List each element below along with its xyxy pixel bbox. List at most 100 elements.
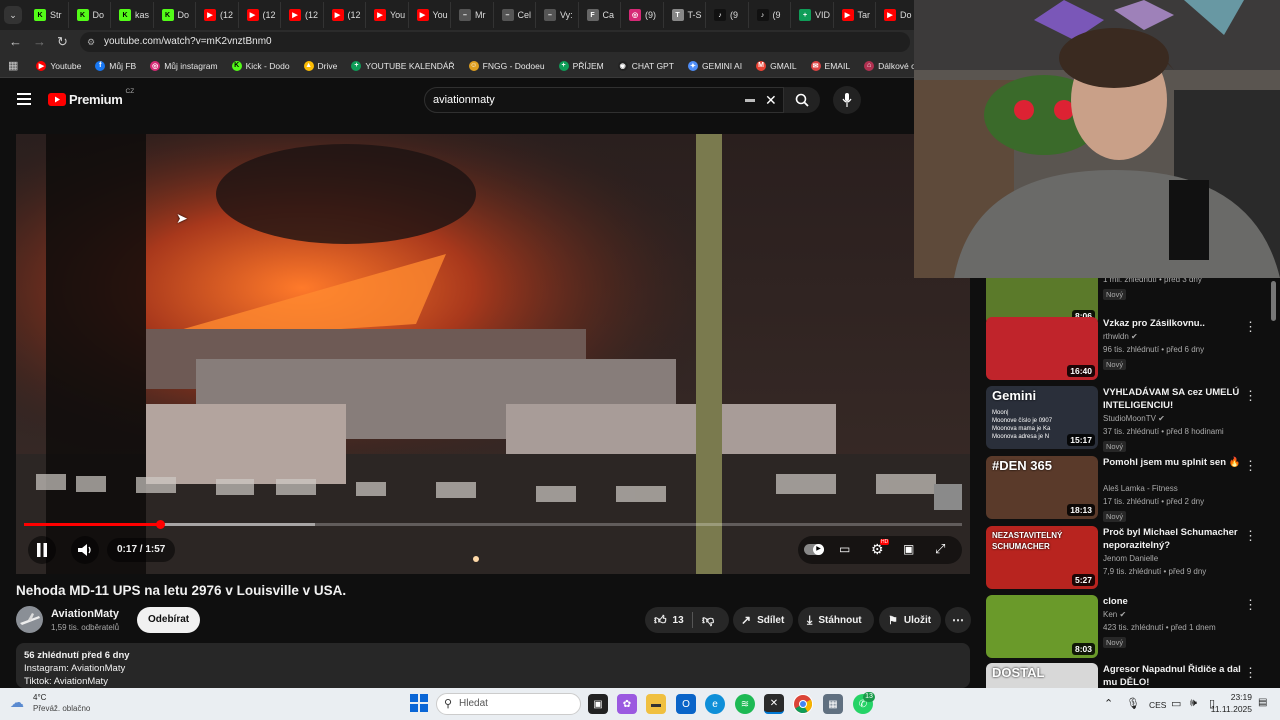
notifications-icon[interactable]: ▤ [1258, 697, 1267, 708]
browser-tab[interactable]: ▶ You [366, 2, 409, 28]
more-vertical-icon[interactable]: ⋮ [1244, 458, 1257, 474]
video-title[interactable]: VYHĽADÁVAM SA cez UMELÚ INTELIGENCIU! [1103, 386, 1253, 412]
clock-date[interactable]: 11.11.2025 [1206, 704, 1252, 714]
microphone-tray-icon[interactable]: 🎙︎ [1126, 697, 1140, 710]
bookmark-item[interactable]: f Můj FB [95, 60, 136, 71]
like-icon[interactable]: 👍︎ [654, 613, 667, 628]
bookmark-item[interactable]: ◉ CHAT GPT [617, 60, 674, 71]
fullscreen-icon[interactable]: ⤢ [935, 541, 945, 557]
miniplayer-icon[interactable]: ▣ [903, 542, 914, 556]
browser-tab[interactable]: – Cel [494, 2, 536, 28]
recommended-video[interactable]: DOSTAL Agresor Napadnul Řidiče a dal mu D… [986, 663, 1276, 688]
bookmark-item[interactable]: ☺ FNGG - Dodoeu [468, 60, 545, 71]
more-vertical-icon[interactable]: ⋮ [1244, 388, 1257, 404]
video-title[interactable]: clone [1103, 595, 1253, 608]
channel-name[interactable]: AviationMaty [51, 608, 119, 620]
tab-search-menu-icon[interactable]: ⌄ [4, 6, 22, 24]
back-icon[interactable]: ← [9, 34, 22, 49]
channel-avatar[interactable] [16, 606, 43, 633]
save-button[interactable]: ⚑ Uložit [879, 607, 941, 633]
browser-tab[interactable]: ▶ (12 [281, 2, 324, 28]
dislike-icon[interactable]: 👎︎ [702, 613, 714, 628]
channel-name[interactable]: Ken ✔ [1103, 610, 1126, 619]
pause-button[interactable] [28, 536, 56, 564]
clock-time[interactable]: 23:19 [1228, 692, 1252, 702]
bookmark-item[interactable]: ▲ Drive [303, 60, 337, 71]
subtitles-icon[interactable]: ▭ [839, 542, 850, 556]
browser-tab[interactable]: F Ca [579, 2, 621, 28]
browser-tab[interactable]: – Vy: [536, 2, 579, 28]
more-vertical-icon[interactable]: ⋮ [1244, 319, 1257, 335]
browser-tab[interactable]: ♪ (9 [706, 2, 749, 28]
browser-tab[interactable]: Kkas [111, 2, 154, 28]
channel-name[interactable]: Aleš Lamka - Fitness [1103, 484, 1178, 493]
sidebar-scrollbar[interactable] [1271, 281, 1276, 321]
spotify-icon[interactable]: ≋ [735, 694, 755, 714]
more-actions-button[interactable]: ⋯ [945, 607, 971, 633]
bookmark-item[interactable]: + PŘÍJEM [558, 60, 604, 71]
forward-icon[interactable]: → [33, 34, 46, 49]
browser-tab[interactable]: ▶ Do [876, 2, 914, 28]
bookmark-item[interactable]: M GMAIL [756, 60, 797, 71]
video-title[interactable]: Agresor Napadnul Řidiče a dal mu DĚLO! [1103, 663, 1253, 688]
clear-search-icon[interactable]: ✕ [765, 88, 777, 112]
taskbar-search[interactable]: ⚲ Hledat [436, 693, 581, 715]
calculator-icon[interactable]: ▦ [823, 694, 843, 714]
bookmark-item[interactable]: ◎ Můj instagram [150, 60, 218, 71]
browser-tab[interactable]: ▶ Tar [834, 2, 876, 28]
language-indicator[interactable]: CES [1149, 700, 1166, 710]
download-button[interactable]: ⤓ Stáhnout [798, 607, 874, 633]
hamburger-menu-icon[interactable] [17, 93, 31, 105]
show-hidden-icons-icon[interactable]: ⌃ [1104, 697, 1113, 710]
volume-tray-icon[interactable]: 🕪︎ [1190, 697, 1197, 710]
browser-tab[interactable]: ▶ (12 [324, 2, 366, 28]
description-box[interactable]: 56 zhlédnutí před 6 dny Instagram: Aviat… [16, 643, 970, 688]
channel-name[interactable]: rthwldn ✔ [1103, 332, 1138, 341]
search-input[interactable]: aviationmaty ▬ ✕ [424, 87, 784, 113]
bookmark-item[interactable]: ✉ EMAIL [810, 60, 850, 71]
bookmark-item[interactable]: K Kick - Dodo [231, 60, 290, 71]
copilot-icon[interactable]: ✿ [617, 694, 637, 714]
reload-icon[interactable]: ↻ [57, 34, 68, 50]
browser-tab[interactable]: + VID [791, 2, 834, 28]
video-thumbnail[interactable]: 16:40 [986, 317, 1098, 380]
browser-tab[interactable]: K Do [154, 2, 196, 28]
browser-tab[interactable]: ▶ (12 [196, 2, 239, 28]
search-button[interactable] [784, 87, 820, 113]
share-button[interactable]: ↗ Sdílet [733, 607, 793, 633]
autoplay-toggle[interactable]: ▶ [804, 544, 824, 555]
weather-cloud-icon[interactable]: ☁ [10, 694, 24, 711]
browser-tab[interactable]: – Mr [451, 2, 494, 28]
recommended-video[interactable]: 8:03 clone Ken ✔ 423 tis. zhlédnutí • před … [986, 595, 1276, 659]
outlook-icon[interactable]: O [676, 694, 696, 714]
more-vertical-icon[interactable]: ⋮ [1244, 597, 1257, 613]
bookmark-item[interactable]: ✦ GEMINI AI [687, 60, 742, 71]
youtube-premium-logo[interactable]: Premium CZ [48, 88, 134, 107]
video-title[interactable]: Proč byl Michael Schumacher neporaziteln… [1103, 526, 1253, 552]
video-thumbnail[interactable]: #DEN 365 18:13 [986, 456, 1098, 519]
file-explorer-icon[interactable]: ▬ [646, 694, 666, 714]
browser-tab[interactable]: K Str [26, 2, 69, 28]
bookmark-item[interactable]: ⌂Dálkové ovládání M... [864, 60, 914, 71]
task-view-icon[interactable]: ▣ [588, 694, 608, 714]
like-count[interactable]: 13 [673, 615, 684, 626]
voice-search-button[interactable] [833, 86, 861, 114]
progress-bar[interactable] [24, 520, 962, 529]
weather-temp[interactable]: 4°C [33, 693, 46, 702]
recommended-video[interactable]: Gemini Moon| Moonove číslo je 0907 Moonova … [986, 386, 1276, 452]
browser-tab[interactable]: T T-S [664, 2, 706, 28]
chrome-icon[interactable] [793, 694, 813, 714]
recommended-video[interactable]: #DEN 365 18:13 Pomohl jsem mu splnit sen 🔥… [986, 456, 1276, 522]
scrubber-handle[interactable] [156, 520, 165, 529]
bookmark-item[interactable]: + YOUTUBE KALENDÁŘ [351, 60, 455, 71]
edge-icon[interactable]: e [705, 694, 725, 714]
video-thumbnail[interactable]: 8:03 [986, 595, 1098, 658]
recommended-video[interactable]: 16:40 Vzkaz pro Zásilkovnu.. rthwldn ✔ 96 t… [986, 317, 1276, 381]
video-player[interactable]: ➤ 0:17 / 1:57 ▶ ▭ ⚙ HD ▣ ⤢ [16, 134, 970, 574]
channel-name[interactable]: Jenom Danielle [1103, 554, 1158, 563]
channel-name[interactable]: StudioMoonTV ✔ [1103, 414, 1165, 423]
more-vertical-icon[interactable]: ⋮ [1244, 528, 1257, 544]
video-title[interactable]: Vzkaz pro Zásilkovnu.. [1103, 317, 1253, 330]
video-thumbnail[interactable]: NEZASTAVITELNÝ SCHUMACHER 5:27 [986, 526, 1098, 589]
subscribe-button[interactable]: Odebírat [137, 607, 201, 633]
